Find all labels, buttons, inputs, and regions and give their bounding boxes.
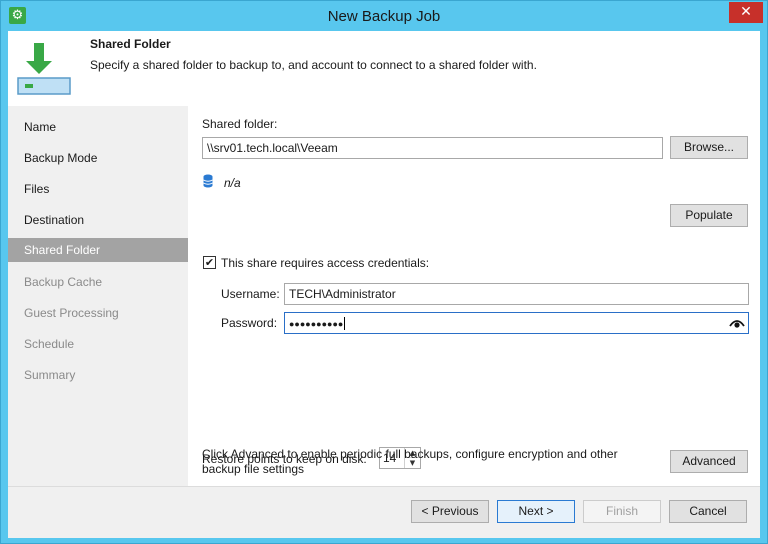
close-button[interactable]: ✕ xyxy=(729,2,763,23)
shared-folder-label: Shared folder: xyxy=(202,117,278,131)
password-input[interactable]: ●●●●●●●●●● xyxy=(284,312,749,334)
download-to-drive-icon xyxy=(17,43,71,95)
step-title: Shared Folder xyxy=(90,37,171,51)
capacity-text: n/a xyxy=(224,176,241,190)
wizard-steps-sidebar: Name Backup Mode Files Destination Share… xyxy=(8,106,188,486)
password-dots: ●●●●●●●●●● xyxy=(289,319,344,329)
sidebar-step-summary: Summary xyxy=(24,368,76,382)
sidebar-step-destination[interactable]: Destination xyxy=(8,208,188,232)
wizard-window: ⚙ New Backup Job ✕ Shared Folder Specify… xyxy=(0,0,768,544)
wizard-header: Shared Folder Specify a shared folder to… xyxy=(8,31,760,106)
next-button[interactable]: Next > xyxy=(497,500,575,523)
sidebar-step-backup-cache: Backup Cache xyxy=(24,275,103,289)
text-caret xyxy=(344,317,346,331)
advanced-description-line1: Click Advanced to enable periodic full b… xyxy=(202,447,618,461)
cancel-button[interactable]: Cancel xyxy=(669,500,747,523)
sidebar-step-name[interactable]: Name xyxy=(8,115,188,139)
password-label: Password: xyxy=(221,316,278,330)
advanced-button[interactable]: Advanced xyxy=(670,450,748,473)
username-label: Username: xyxy=(221,287,280,301)
advanced-description-line2: backup file settings xyxy=(202,462,305,476)
shared-folder-input[interactable]: \\srv01.tech.local\Veeam xyxy=(202,137,663,159)
credentials-checkbox[interactable]: ✔ xyxy=(203,256,216,269)
username-input[interactable]: TECH\Administrator xyxy=(284,283,749,305)
browse-button[interactable]: Browse... xyxy=(670,136,748,159)
sidebar-step-schedule: Schedule xyxy=(24,337,75,351)
title-bar[interactable]: ⚙ New Backup Job ✕ xyxy=(1,1,767,31)
step-description: Specify a shared folder to backup to, an… xyxy=(90,58,537,72)
previous-button[interactable]: < Previous xyxy=(411,500,489,523)
wizard-footer: < Previous Next > Finish Cancel xyxy=(8,486,760,538)
eye-icon[interactable] xyxy=(729,317,745,329)
sidebar-step-shared-folder[interactable]: Shared Folder xyxy=(8,238,188,262)
wizard-content: Shared folder: \\srv01.tech.local\Veeam … xyxy=(188,106,760,486)
finish-button: Finish xyxy=(583,500,661,523)
credentials-checkbox-label: This share requires access credentials: xyxy=(221,256,430,270)
sidebar-step-backup-mode[interactable]: Backup Mode xyxy=(8,146,188,170)
wizard-client-area: Shared Folder Specify a shared folder to… xyxy=(8,31,760,538)
populate-button[interactable]: Populate xyxy=(670,204,748,227)
sidebar-step-files[interactable]: Files xyxy=(8,177,188,201)
window-title: New Backup Job xyxy=(327,8,441,25)
sidebar-step-guest-processing: Guest Processing xyxy=(24,306,119,320)
database-icon xyxy=(203,174,213,188)
